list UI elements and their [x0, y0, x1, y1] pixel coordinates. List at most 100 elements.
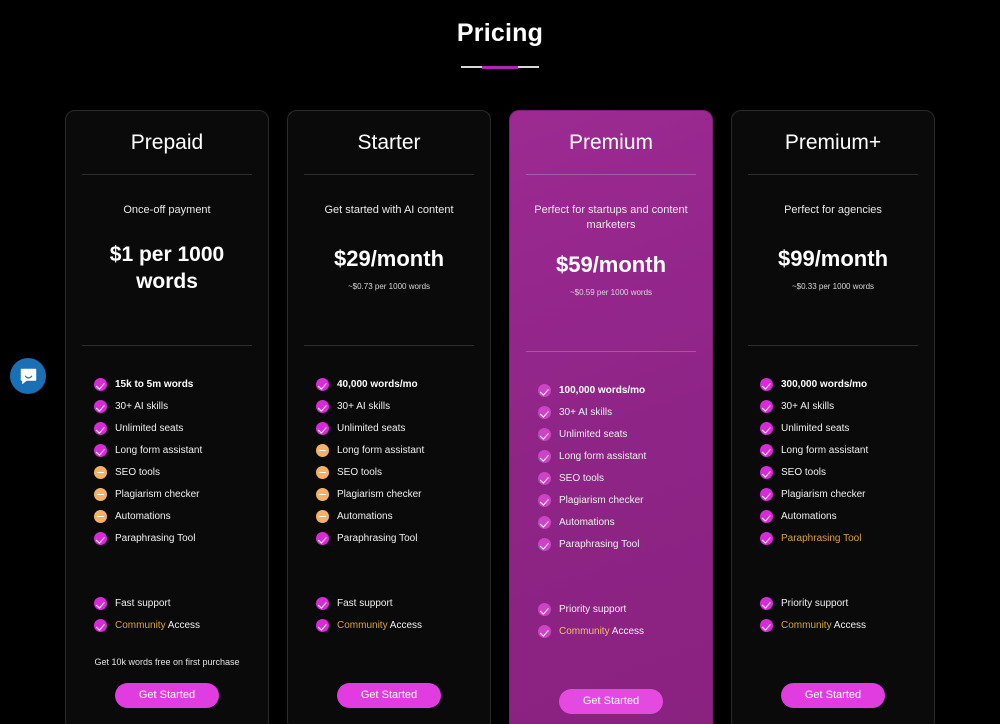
feature-item: SEO tools	[94, 464, 252, 481]
feature-item: SEO tools	[538, 470, 696, 487]
plan-rate: ~$0.33 per 1000 words	[791, 282, 875, 291]
feature-label: Paraphrasing Tool	[781, 533, 862, 544]
feature-item: 300,000 words/mo	[760, 376, 918, 393]
feature-label: SEO tools	[781, 467, 827, 478]
support-label-highlight: Community	[781, 620, 832, 631]
plan-note	[526, 640, 696, 675]
plan-price-block: $1 per 1000 words	[82, 227, 252, 339]
feature-item: Paraphrasing Tool	[94, 530, 252, 547]
feature-label: Automations	[781, 511, 837, 522]
minus-circle-icon	[316, 488, 329, 501]
feature-list: 300,000 words/mo 30+ AI skills Unlimited s…	[748, 346, 918, 547]
support-label-highlight: Community	[115, 620, 166, 631]
check-circle-icon	[760, 532, 773, 545]
feature-label: Unlimited seats	[337, 423, 406, 434]
feature-item: Long form assistant	[760, 442, 918, 459]
feature-item: Unlimited seats	[94, 420, 252, 437]
feature-label: Automations	[559, 517, 615, 528]
check-circle-icon	[538, 428, 551, 441]
feature-support-spacer	[82, 547, 252, 595]
plan-rate: ~$0.73 per 1000 words	[347, 282, 431, 291]
check-circle-icon	[760, 444, 773, 457]
support-label: Fast support	[115, 598, 171, 609]
feature-label: Plagiarism checker	[337, 489, 422, 500]
check-circle-icon	[316, 400, 329, 413]
cta-wrapper: Get Started	[748, 669, 918, 708]
feature-label: Paraphrasing Tool	[337, 533, 418, 544]
check-circle-icon	[316, 597, 329, 610]
chat-bubble-icon	[20, 368, 36, 384]
feature-label: 100,000 words/mo	[559, 385, 646, 396]
pricing-cards-row: Prepaid Once-off payment $1 per 1000 words…	[0, 110, 1000, 724]
feature-label: Long form assistant	[337, 445, 425, 456]
check-circle-icon	[94, 597, 107, 610]
title-underline	[461, 66, 539, 69]
support-label: Priority support	[559, 604, 627, 615]
check-circle-icon	[316, 422, 329, 435]
check-circle-icon	[760, 597, 773, 610]
feature-support-spacer	[748, 547, 918, 595]
minus-circle-icon	[316, 444, 329, 457]
feature-label: 30+ AI skills	[115, 401, 169, 412]
support-label-highlight: Community	[337, 620, 388, 631]
check-circle-icon	[538, 603, 551, 616]
feature-item: Automations	[538, 514, 696, 531]
check-circle-icon	[316, 532, 329, 545]
check-circle-icon	[538, 406, 551, 419]
feature-item: 15k to 5m words	[94, 376, 252, 393]
support-list: Priority support Community Access	[748, 595, 918, 634]
feature-item: Unlimited seats	[316, 420, 474, 437]
feature-item: Paraphrasing Tool	[316, 530, 474, 547]
plan-price: $59/month	[555, 252, 667, 277]
support-list: Fast support Community Access	[304, 595, 474, 634]
check-circle-icon	[760, 466, 773, 479]
support-label-rest: Access	[609, 626, 645, 637]
check-circle-icon	[94, 422, 107, 435]
get-started-button[interactable]: Get Started	[115, 683, 219, 708]
plan-tagline: Perfect for agencies	[784, 204, 882, 216]
feature-item: SEO tools	[760, 464, 918, 481]
feature-label: Plagiarism checker	[781, 489, 866, 500]
feature-item: Automations	[316, 508, 474, 525]
support-item: Priority support	[760, 595, 918, 612]
support-label-rest: Access	[831, 620, 867, 631]
pricing-page: Pricing Prepaid Once-off payment $1 per 10…	[0, 0, 1000, 724]
plan-price-block: $59/month ~$0.59 per 1000 words	[526, 233, 696, 345]
check-circle-icon	[94, 378, 107, 391]
support-label: Fast support	[337, 598, 393, 609]
get-started-button[interactable]: Get Started	[781, 683, 885, 708]
feature-item: SEO tools	[316, 464, 474, 481]
plan-note	[304, 634, 474, 669]
feature-item: 30+ AI skills	[316, 398, 474, 415]
plan-price: $29/month	[333, 246, 445, 271]
feature-label: Automations	[337, 511, 393, 522]
support-list: Fast support Community Access	[82, 595, 252, 634]
minus-circle-icon	[316, 466, 329, 479]
plan-name: Premium+	[784, 131, 882, 154]
feature-label: Long form assistant	[115, 445, 203, 456]
check-circle-icon	[538, 472, 551, 485]
feature-item: 30+ AI skills	[538, 404, 696, 421]
plan-note	[748, 634, 918, 669]
plan-name: Prepaid	[130, 131, 204, 154]
get-started-button[interactable]: Get Started	[337, 683, 441, 708]
plan-price-block: $29/month ~$0.73 per 1000 words	[304, 227, 474, 339]
support-label: Community Access	[337, 619, 422, 632]
feature-item: Plagiarism checker	[94, 486, 252, 503]
check-circle-icon	[760, 422, 773, 435]
check-circle-icon	[760, 488, 773, 501]
minus-circle-icon	[316, 510, 329, 523]
minus-circle-icon	[94, 510, 107, 523]
support-label-rest: Access	[165, 620, 201, 631]
support-label-highlight: Community	[559, 626, 610, 637]
feature-label: 30+ AI skills	[337, 401, 391, 412]
plan-tagline: Perfect for startups and content markete…	[534, 204, 688, 231]
plan-price-block: $99/month ~$0.33 per 1000 words	[748, 227, 918, 339]
plan-note: Get 10k words free on first purchase	[94, 657, 240, 667]
chat-widget-button[interactable]	[10, 358, 46, 394]
feature-label: SEO tools	[559, 473, 605, 484]
check-circle-icon	[760, 619, 773, 632]
feature-support-spacer	[304, 547, 474, 595]
check-circle-icon	[538, 384, 551, 397]
get-started-button[interactable]: Get Started	[559, 689, 663, 714]
